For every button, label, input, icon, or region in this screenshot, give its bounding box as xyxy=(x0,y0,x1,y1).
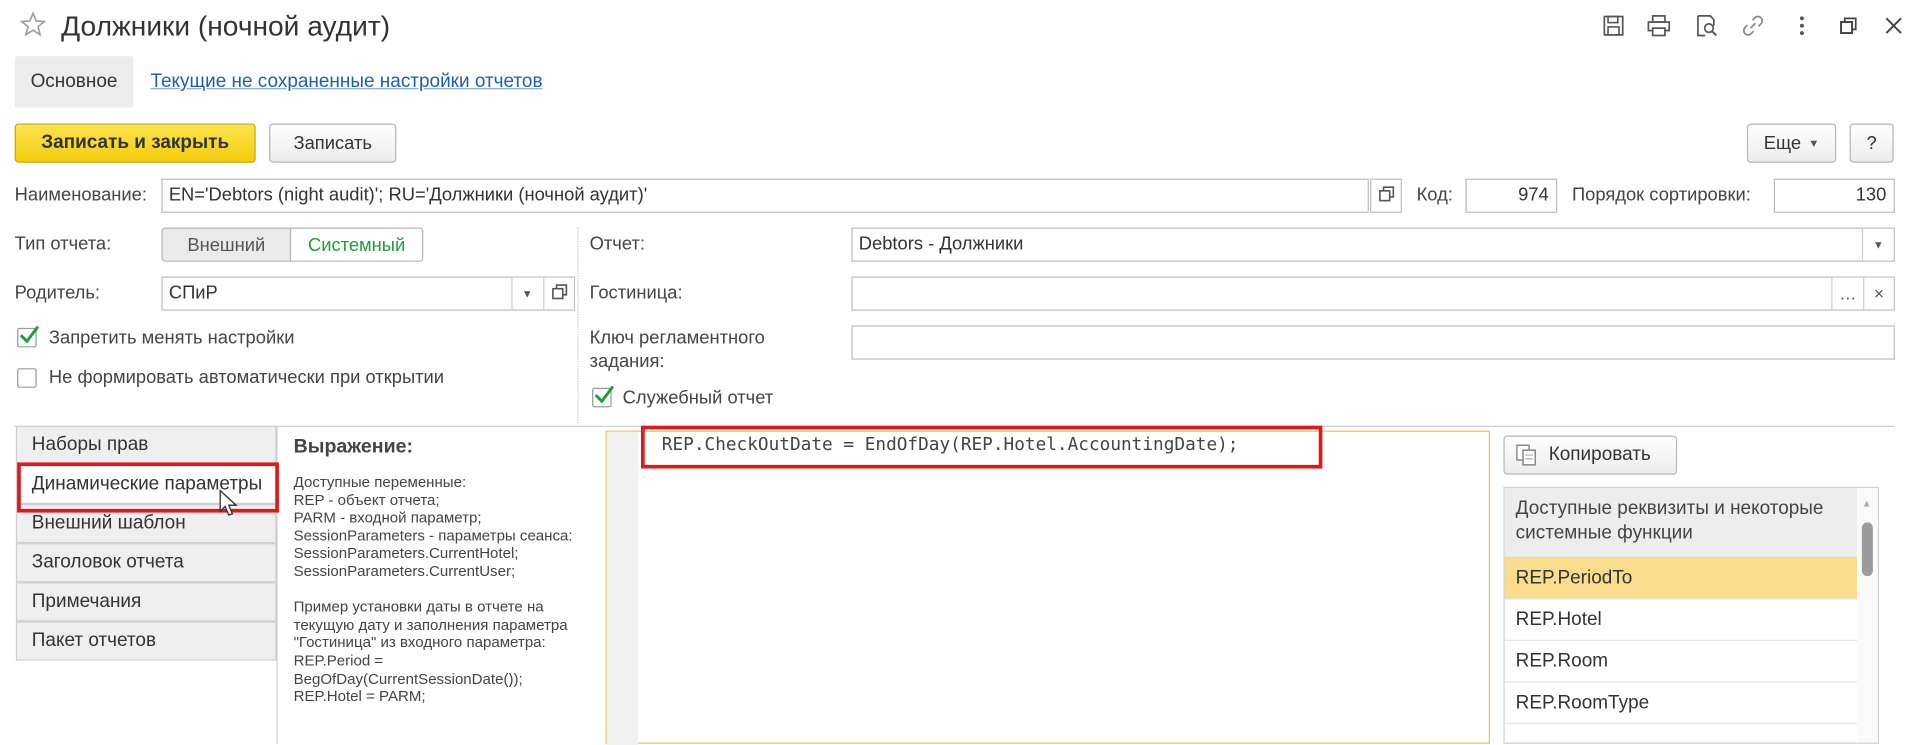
code-editor[interactable] xyxy=(605,430,1490,745)
hotel-label: Гостиница: xyxy=(589,282,683,304)
ellipsis-icon: … xyxy=(1839,283,1857,304)
hotel-select-button[interactable]: … xyxy=(1831,277,1864,310)
highlight-box-tab xyxy=(17,462,279,513)
service-report-checkbox[interactable] xyxy=(592,385,615,408)
settings-link[interactable]: Текущие не сохраненные настройки отчетов xyxy=(150,71,542,93)
code-editor-gutter xyxy=(606,431,639,745)
expression-title: Выражение: xyxy=(293,436,414,458)
list-item[interactable]: REP.Room xyxy=(1504,641,1857,683)
side-tab-label: Наборы прав xyxy=(31,434,149,456)
report-dropdown-button[interactable]: ▼ xyxy=(1861,228,1894,261)
code-value: 974 xyxy=(1518,184,1549,206)
name-value: EN='Debtors (night audit)'; RU='Должники… xyxy=(168,184,648,206)
list-item[interactable]: REP.RoomType xyxy=(1504,683,1857,725)
copy-icon xyxy=(1514,443,1538,467)
dropdown-arrow-icon: ▼ xyxy=(1872,238,1884,251)
name-field[interactable]: EN='Debtors (night audit)'; RU='Должники… xyxy=(161,178,1369,213)
print-icon[interactable] xyxy=(1645,12,1672,39)
side-tab-notes[interactable]: Примечания xyxy=(15,582,277,622)
side-tab-label: Примечания xyxy=(31,590,142,612)
list-item-label: REP.RoomType xyxy=(1515,691,1650,713)
tab-main[interactable]: Основное xyxy=(14,56,134,108)
highlight-box-code xyxy=(641,425,1323,469)
report-label: Отчет: xyxy=(589,233,645,255)
attributes-header: Доступные реквизиты и некоторые системны… xyxy=(1504,488,1857,558)
restore-window-icon[interactable] xyxy=(1835,12,1862,39)
forbid-settings-label: Запретить менять настройки xyxy=(48,327,295,349)
sort-field[interactable]: 130 xyxy=(1773,178,1895,213)
parent-open-button[interactable] xyxy=(543,277,574,310)
attributes-header-label: Доступные реквизиты и некоторые системны… xyxy=(1515,497,1824,544)
type-external-button[interactable]: Внешний xyxy=(161,227,292,262)
expression-help-text: Доступные переменные: REP - объект отчет… xyxy=(293,473,573,705)
scrollbar-thumb[interactable] xyxy=(1861,522,1873,577)
preview-icon[interactable] xyxy=(1693,12,1720,39)
side-tab-report-package[interactable]: Пакет отчетов xyxy=(15,621,277,661)
copy-button[interactable]: Копировать xyxy=(1503,435,1678,475)
open-form-icon xyxy=(551,284,567,304)
no-autogen-checkbox[interactable] xyxy=(17,368,37,388)
help-button[interactable]: ? xyxy=(1849,123,1894,163)
type-label: Тип отчета: xyxy=(14,233,112,255)
type-system-button[interactable]: Системный xyxy=(289,227,424,262)
side-tab-label: Внешний шаблон xyxy=(31,512,186,534)
list-item[interactable]: REP.PeriodTo xyxy=(1504,557,1857,600)
hotel-clear-button[interactable]: × xyxy=(1863,277,1894,310)
list-item-label: REP.Room xyxy=(1515,650,1609,671)
side-tab-rights[interactable]: Наборы прав xyxy=(15,425,277,465)
link-icon[interactable] xyxy=(1740,12,1767,39)
list-item-label: REP.Hotel xyxy=(1515,608,1602,630)
copy-label: Копировать xyxy=(1548,444,1651,465)
parent-label: Родитель: xyxy=(14,282,101,304)
side-tab-report-header[interactable]: Заголовок отчета xyxy=(15,543,277,583)
save-close-button[interactable]: Записать и закрыть xyxy=(14,123,256,163)
favorite-star-icon[interactable] xyxy=(19,11,47,38)
mouse-cursor-icon xyxy=(219,489,239,523)
job-key-field[interactable] xyxy=(851,325,1895,360)
save-close-label: Записать и закрыть xyxy=(41,132,230,153)
no-autogen-label: Не формировать автоматически при открыти… xyxy=(48,366,445,388)
service-report-label: Служебный отчет xyxy=(622,387,774,409)
close-icon[interactable] xyxy=(1880,12,1907,39)
open-form-icon xyxy=(1378,185,1394,206)
clear-icon: × xyxy=(1873,283,1884,304)
code-field[interactable]: 974 xyxy=(1465,178,1558,213)
window-title: Должники (ночной аудит) xyxy=(61,9,391,42)
dropdown-arrow-icon: ▼ xyxy=(521,287,533,300)
side-tab-label: Пакет отчетов xyxy=(31,629,157,651)
more-vertical-icon[interactable] xyxy=(1788,12,1815,39)
sort-label: Порядок сортировки: xyxy=(1571,184,1751,206)
job-key-label: Ключ регламентного задания: xyxy=(589,327,765,372)
type-external-label: Внешний xyxy=(187,234,266,256)
save-icon[interactable] xyxy=(1600,12,1627,39)
report-field[interactable]: Debtors - Должники xyxy=(851,227,1895,262)
list-item[interactable]: REP.Hotel xyxy=(1504,599,1857,642)
type-system-label: Системный xyxy=(307,234,406,256)
save-label: Записать xyxy=(293,132,372,154)
more-label: Еще xyxy=(1763,132,1802,154)
column-divider xyxy=(577,227,579,424)
code-label: Код: xyxy=(1416,184,1453,206)
forbid-settings-checkbox[interactable] xyxy=(17,325,40,348)
name-label: Наименование: xyxy=(14,184,147,206)
parent-value: СПиР xyxy=(168,282,218,304)
help-label: ? xyxy=(1866,132,1877,154)
scroll-up-icon[interactable]: ▲ xyxy=(1862,498,1872,509)
more-button[interactable]: Еще ▼ xyxy=(1746,123,1837,163)
side-tab-label: Заголовок отчета xyxy=(31,551,184,573)
open-name-button[interactable] xyxy=(1370,178,1402,213)
sort-value: 130 xyxy=(1855,184,1887,206)
hotel-field[interactable] xyxy=(851,276,1895,311)
save-button[interactable]: Записать xyxy=(269,123,397,163)
tab-main-label: Основное xyxy=(30,70,118,92)
list-item-label: REP.PeriodTo xyxy=(1515,566,1633,588)
report-value: Debtors - Должники xyxy=(858,233,1024,255)
chevron-down-icon: ▼ xyxy=(1808,137,1820,150)
parent-dropdown-button[interactable]: ▼ xyxy=(511,277,542,310)
scrollbar[interactable]: ▲ xyxy=(1856,488,1878,743)
